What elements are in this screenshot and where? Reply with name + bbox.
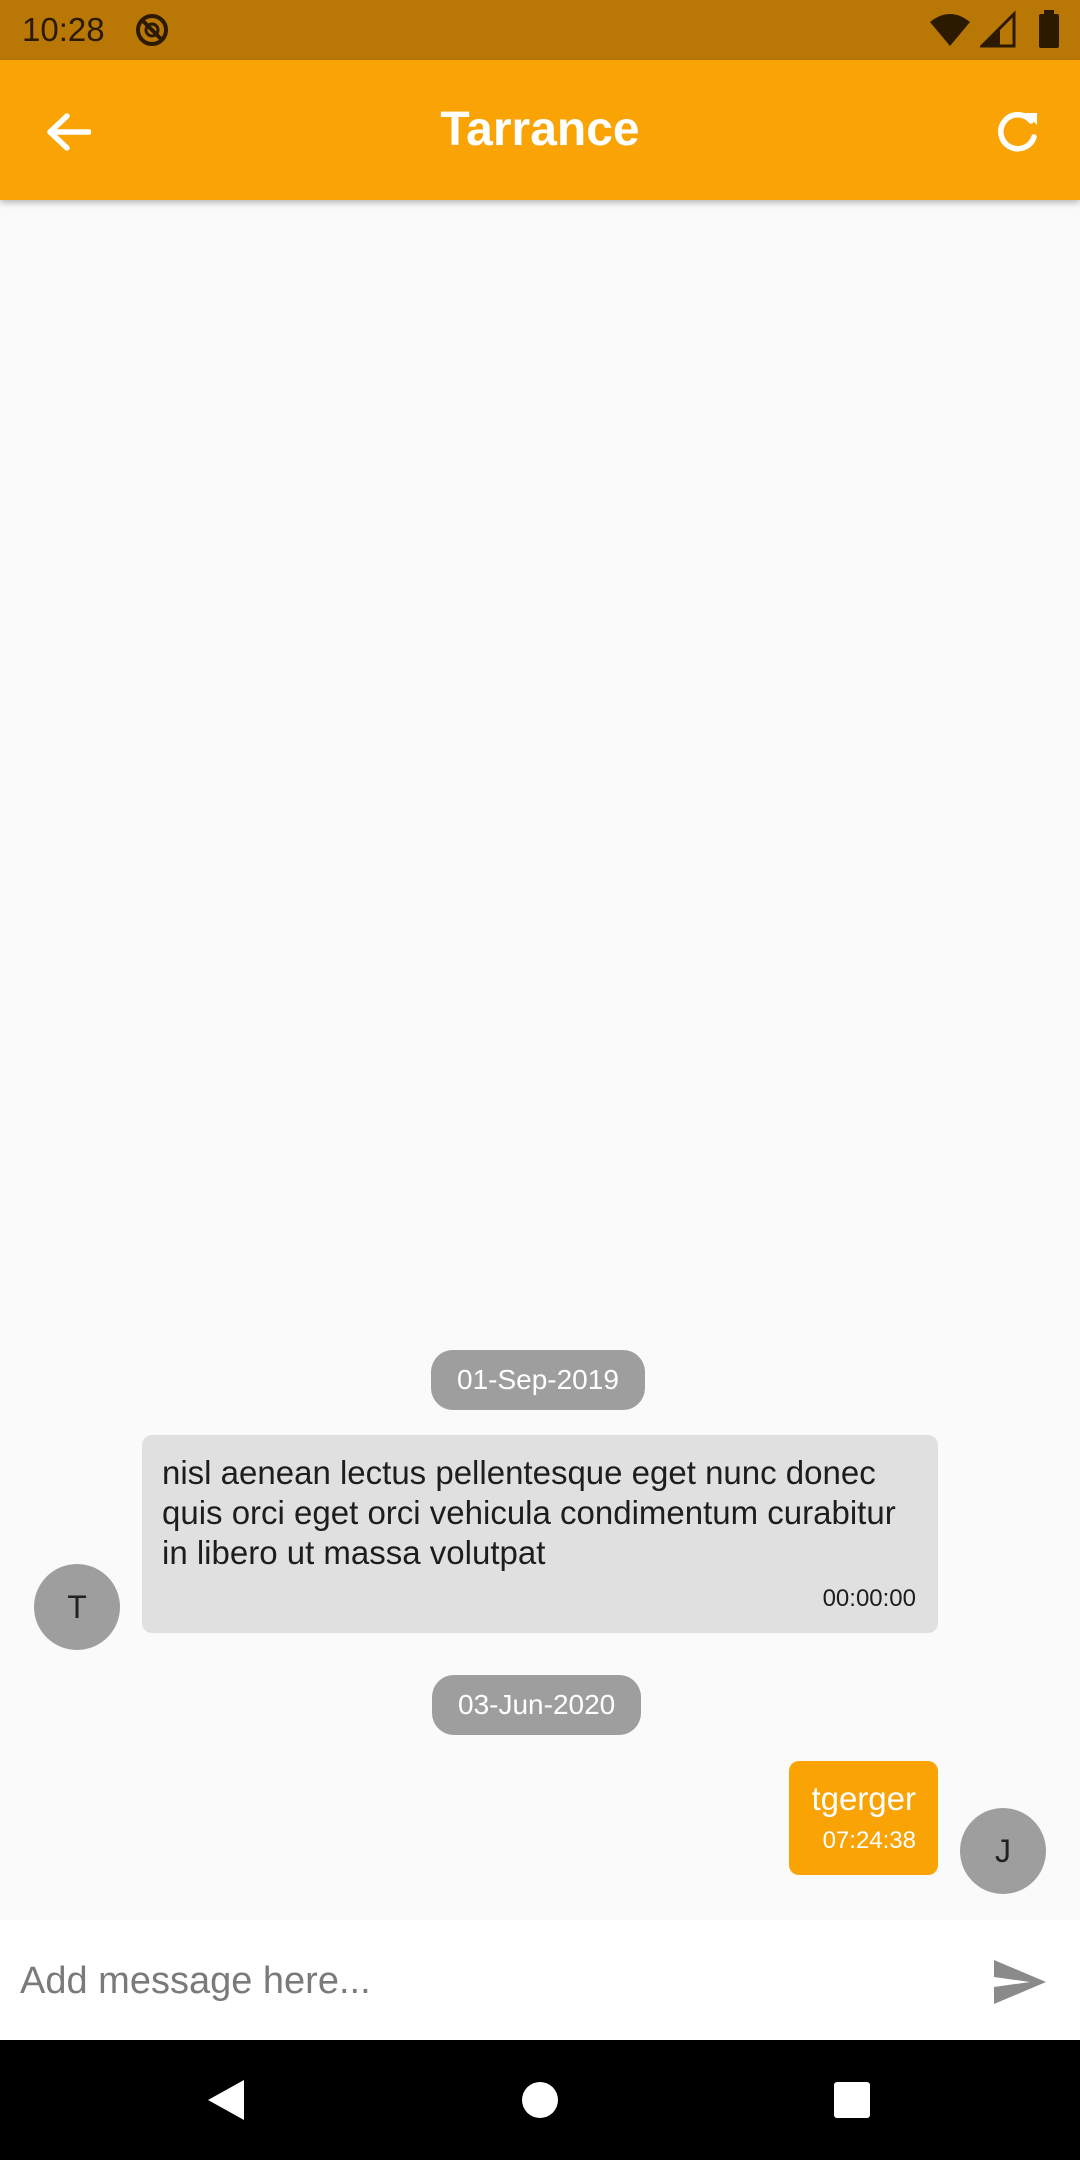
nav-back-button[interactable] — [196, 2070, 256, 2130]
nav-recents-button[interactable] — [822, 2070, 882, 2130]
message-time: 00:00:00 — [822, 1585, 916, 1612]
message-time: 07:24:38 — [822, 1827, 916, 1854]
message-composer — [0, 1920, 1080, 2040]
send-icon — [994, 1960, 1046, 2004]
date-separator: 03-Jun-2020 — [432, 1675, 642, 1735]
back-triangle-icon — [208, 2080, 244, 2120]
avatar: T — [34, 1564, 120, 1650]
outgoing-message-bubble[interactable]: tgerger 07:24:38 — [789, 1761, 938, 1875]
refresh-button[interactable] — [986, 100, 1050, 164]
date-separator: 01-Sep-2019 — [431, 1350, 645, 1410]
status-bar: 10:28 — [0, 0, 1080, 60]
refresh-icon — [998, 112, 1037, 152]
system-nav-bar — [0, 2040, 1080, 2160]
recents-square-icon — [834, 2082, 870, 2118]
send-button[interactable] — [988, 1950, 1052, 2014]
message-text: nisl aenean lectus pellentesque eget nun… — [162, 1454, 896, 1571]
message-text: tgerger — [811, 1780, 916, 1817]
home-circle-icon — [522, 2082, 558, 2118]
dnd-icon — [134, 12, 170, 48]
incoming-message-bubble[interactable]: nisl aenean lectus pellentesque eget nun… — [142, 1435, 938, 1633]
wifi-icon — [930, 14, 970, 46]
avatar: J — [960, 1808, 1046, 1894]
nav-home-button[interactable] — [510, 2070, 570, 2130]
status-time: 10:28 — [22, 11, 105, 48]
app-bar: Tarrance — [0, 60, 1080, 200]
message-input[interactable] — [18, 1940, 962, 2022]
chat-title: Tarrance — [440, 103, 640, 156]
battery-icon — [1039, 10, 1059, 48]
cellular-signal-icon — [980, 10, 1016, 48]
